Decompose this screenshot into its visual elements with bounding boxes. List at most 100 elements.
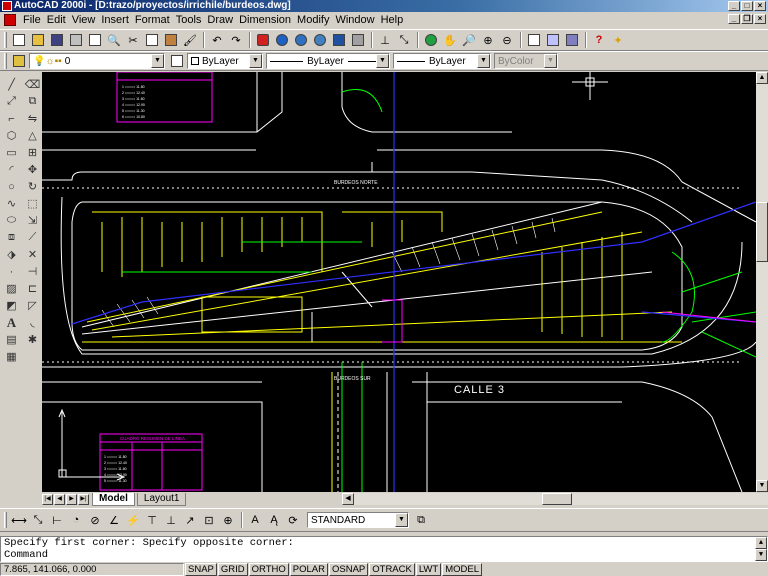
- erase-icon[interactable]: ⌫: [23, 76, 42, 93]
- scroll-down-icon[interactable]: ▼: [755, 549, 767, 561]
- osnap-icon[interactable]: [349, 31, 367, 49]
- menu-dimension[interactable]: Dimension: [236, 13, 294, 27]
- copy-icon[interactable]: [143, 31, 161, 49]
- explode-icon[interactable]: ✱: [23, 331, 42, 348]
- ellipse-icon[interactable]: ⬭: [2, 212, 21, 229]
- construction-line-icon[interactable]: ⤢: [2, 93, 21, 110]
- scroll-up-icon[interactable]: ▲: [756, 72, 768, 84]
- dimstyle-dropdown[interactable]: STANDARD ▼: [307, 512, 409, 528]
- fillet-icon[interactable]: ◟: [23, 314, 42, 331]
- command-prompt[interactable]: Command: [4, 549, 767, 561]
- lineweight-dropdown[interactable]: ByLayer ▼: [393, 53, 491, 69]
- move-icon[interactable]: ✥: [23, 161, 42, 178]
- undo-icon[interactable]: ↶: [208, 31, 226, 49]
- chevron-down-icon[interactable]: ▼: [395, 513, 408, 527]
- polygon-icon[interactable]: ⬡: [2, 127, 21, 144]
- make-current-layer-icon[interactable]: [168, 52, 186, 70]
- menu-edit[interactable]: Edit: [44, 13, 69, 27]
- dimension-edit-icon[interactable]: A: [246, 511, 264, 529]
- tab-layout1[interactable]: Layout1: [136, 492, 187, 506]
- doc-close-button[interactable]: ×: [754, 14, 766, 24]
- find-icon[interactable]: 🔍: [105, 31, 123, 49]
- command-window[interactable]: Specify first corner: Specify opposite c…: [0, 536, 768, 562]
- baseline-dimension-icon[interactable]: ⊤: [143, 511, 161, 529]
- menu-file[interactable]: File: [20, 13, 44, 27]
- angular-dimension-icon[interactable]: ∠: [105, 511, 123, 529]
- chevron-down-icon[interactable]: ▼: [249, 54, 262, 68]
- point-icon[interactable]: ·: [2, 263, 21, 280]
- close-button[interactable]: ×: [754, 1, 766, 11]
- ordinate-dimension-icon[interactable]: ⊢: [48, 511, 66, 529]
- chamfer-icon[interactable]: ◸: [23, 297, 42, 314]
- chevron-down-icon[interactable]: ▼: [477, 54, 490, 68]
- array-icon[interactable]: ⊞: [23, 144, 42, 161]
- spline-icon[interactable]: ∿: [2, 195, 21, 212]
- hatch-icon[interactable]: ▨: [2, 280, 21, 297]
- redo-icon[interactable]: ↷: [227, 31, 245, 49]
- command-scrollbar[interactable]: ▲ ▼: [755, 537, 767, 561]
- horizontal-scroll-thumb[interactable]: [542, 493, 572, 505]
- maximize-button[interactable]: □: [741, 1, 753, 11]
- first-tab-icon[interactable]: |◀: [42, 493, 53, 505]
- radius-dimension-icon[interactable]: ◔: [67, 511, 85, 529]
- rotate-icon[interactable]: ↻: [23, 178, 42, 195]
- vertical-scroll-thumb[interactable]: [756, 202, 768, 262]
- drawing-view[interactable]: 1 ===== 11.80 2 ===== 12.40 3 ===== 11.60 4…: [42, 72, 756, 492]
- drawing-canvas[interactable]: 1 ===== 11.80 2 ===== 12.40 3 ===== 11.60 4…: [42, 72, 756, 492]
- mirror-icon[interactable]: ⇋: [23, 110, 42, 127]
- hyperlink-icon[interactable]: [292, 31, 310, 49]
- scroll-left-icon[interactable]: ◀: [342, 493, 354, 505]
- web-icon[interactable]: [273, 31, 291, 49]
- today-icon[interactable]: [254, 31, 272, 49]
- zoom-window-icon[interactable]: ⊕: [479, 31, 497, 49]
- pan-icon[interactable]: ✋: [441, 31, 459, 49]
- polyline-icon[interactable]: ⌐: [2, 110, 21, 127]
- circle-icon[interactable]: ○: [2, 178, 21, 195]
- design-center-icon[interactable]: [544, 31, 562, 49]
- doc-minimize-button[interactable]: _: [728, 14, 740, 24]
- menu-modify[interactable]: Modify: [294, 13, 332, 27]
- layer-dropdown[interactable]: 💡☼▪▪ 0 ▼: [29, 53, 165, 69]
- toolbar-grip[interactable]: [4, 512, 7, 528]
- print-preview-icon[interactable]: [86, 31, 104, 49]
- continue-dimension-icon[interactable]: ⊥: [162, 511, 180, 529]
- next-tab-icon[interactable]: ▶: [66, 493, 77, 505]
- make-block-icon[interactable]: ⬗: [2, 246, 21, 263]
- menu-format[interactable]: Format: [132, 13, 173, 27]
- copy-object-icon[interactable]: ⧉: [23, 93, 42, 110]
- center-mark-icon[interactable]: ⊕: [219, 511, 237, 529]
- help-icon[interactable]: ?: [590, 31, 608, 49]
- table-icon[interactable]: ▤: [2, 331, 21, 348]
- dimension-text-edit-icon[interactable]: Ą: [265, 511, 283, 529]
- aligned-dimension-icon[interactable]: ⤡: [29, 511, 47, 529]
- match-properties-icon[interactable]: 🖌: [181, 31, 199, 49]
- toggle-lwt[interactable]: LWT: [415, 562, 442, 576]
- vertical-scrollbar[interactable]: ▲ ▼: [756, 72, 768, 492]
- menu-insert[interactable]: Insert: [98, 13, 132, 27]
- zoom-realtime-icon[interactable]: 🔎: [460, 31, 478, 49]
- autocad-app-icon[interactable]: [2, 1, 12, 11]
- lengthen-icon[interactable]: ⟋: [23, 229, 42, 246]
- scroll-up-icon[interactable]: ▲: [755, 537, 767, 549]
- publish-icon[interactable]: [311, 31, 329, 49]
- toggle-snap[interactable]: SNAP: [185, 562, 217, 576]
- prev-tab-icon[interactable]: ◀: [54, 493, 65, 505]
- chevron-down-icon[interactable]: ▼: [151, 54, 164, 68]
- leader-icon[interactable]: ↗: [181, 511, 199, 529]
- menu-draw[interactable]: Draw: [204, 13, 236, 27]
- dimension-style-icon[interactable]: ⧉: [412, 511, 430, 529]
- menu-tools[interactable]: Tools: [173, 13, 205, 27]
- tab-model[interactable]: Model: [92, 492, 135, 506]
- zoom-previous-icon[interactable]: ⊖: [498, 31, 516, 49]
- menu-window[interactable]: Window: [332, 13, 377, 27]
- stretch-icon[interactable]: ⇲: [23, 212, 42, 229]
- mtext-icon[interactable]: A: [2, 314, 21, 331]
- toggle-ortho[interactable]: ORTHO: [248, 562, 289, 576]
- quick-dimension-icon[interactable]: ⚡: [124, 511, 142, 529]
- doc-restore-button[interactable]: ❐: [741, 14, 753, 24]
- toggle-polar[interactable]: POLAR: [289, 562, 328, 576]
- linetype-dropdown[interactable]: ByLayer ▼: [266, 53, 390, 69]
- redraw-icon[interactable]: [422, 31, 440, 49]
- print-icon[interactable]: [67, 31, 85, 49]
- toggle-model[interactable]: MODEL: [442, 562, 482, 576]
